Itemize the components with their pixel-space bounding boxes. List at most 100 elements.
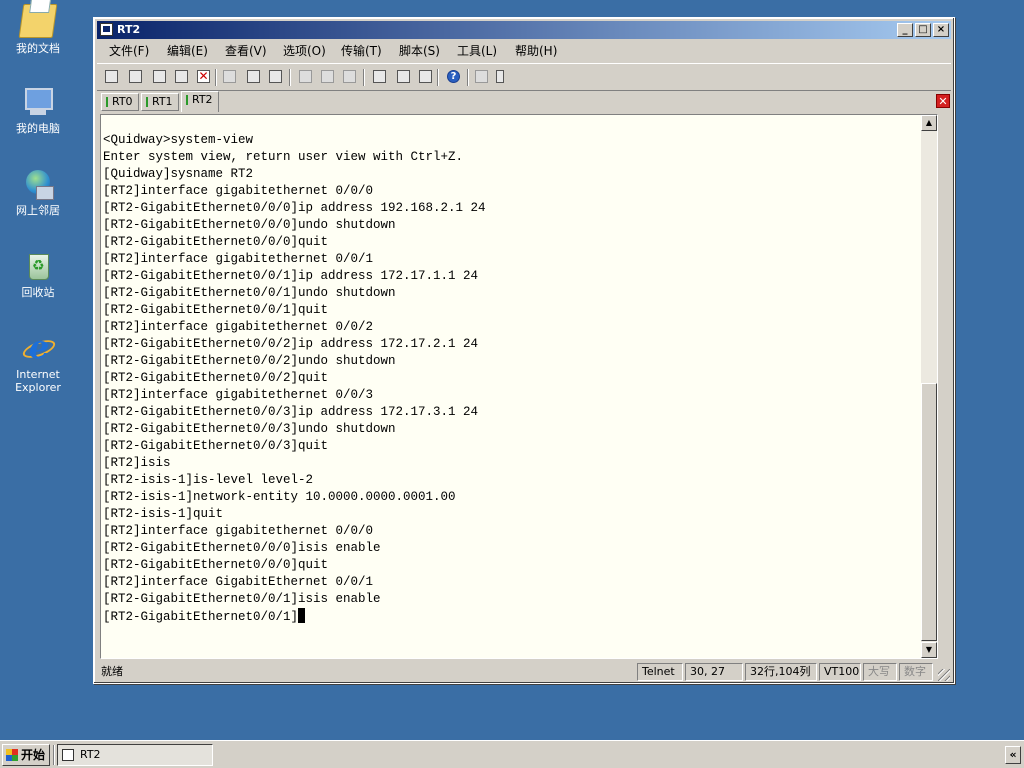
menu-tools[interactable]: 工具(L) xyxy=(453,43,501,59)
terminal-line: [RT2-isis-1]quit xyxy=(103,507,224,521)
scroll-up-button[interactable]: ▲ xyxy=(921,115,937,131)
my-computer-icon xyxy=(22,86,54,118)
terminal-line: [RT2-GigabitEthernet0/0/0]quit xyxy=(103,235,329,249)
find-icon[interactable] xyxy=(267,68,285,86)
tab-rt2[interactable]: RT2 xyxy=(181,91,219,112)
start-button[interactable]: 开始 xyxy=(2,744,50,766)
terminal-line: [RT2]interface GigabitEthernet 0/0/1 xyxy=(103,575,374,589)
close-button[interactable]: × xyxy=(933,23,949,37)
taskbar: 开始 RT2 « xyxy=(0,740,1024,768)
close-tab-icon[interactable]: ✕ xyxy=(936,94,950,108)
terminal-line: [RT2-isis-1]network-entity 10.0000.0000.… xyxy=(103,490,456,504)
desktop-icon-label: Internet Explorer xyxy=(15,368,61,394)
terminal-window: RT2 _ □ × 文件(F) 编辑(E) 查看(V) 选项(O) 传输(T) … xyxy=(93,17,955,684)
menu-view[interactable]: 查看(V) xyxy=(221,43,271,59)
help-icon[interactable]: ? xyxy=(445,68,463,86)
terminal-line: [RT2-GigabitEthernet0/0/3]undo shutdown xyxy=(103,422,396,436)
network-places-icon xyxy=(22,168,54,200)
reconnect-icon[interactable] xyxy=(173,68,191,86)
connect-icon[interactable] xyxy=(103,68,121,86)
menu-options[interactable]: 选项(O) xyxy=(279,43,330,59)
terminal-cursor xyxy=(298,608,306,623)
terminal-line: [RT2-GigabitEthernet0/0/1]quit xyxy=(103,303,329,317)
print-screen-icon[interactable] xyxy=(297,68,315,86)
terminal-line: [RT2]interface gigabitethernet 0/0/0 xyxy=(103,184,374,198)
terminal-line: Enter system view, return user view with… xyxy=(103,150,464,164)
terminal-line: [RT2-GigabitEthernet0/0/1]isis enable xyxy=(103,592,381,606)
menu-help[interactable]: 帮助(H) xyxy=(511,43,561,59)
desktop-icon-label: 我的电脑 xyxy=(16,122,60,135)
status-cursor-position: 30, 27 xyxy=(685,663,743,681)
key-icon[interactable] xyxy=(417,68,435,86)
terminal-line: [RT2-GigabitEthernet0/0/1] xyxy=(103,610,299,624)
status-caps-lock: 大写 xyxy=(863,663,897,681)
tray-expand-button[interactable]: « xyxy=(1005,746,1021,764)
terminal-line: [Quidway]sysname RT2 xyxy=(103,167,254,181)
menu-file[interactable]: 文件(F) xyxy=(105,43,153,59)
title-bar[interactable]: RT2 _ □ × xyxy=(97,21,951,39)
terminal-line: [RT2-GigabitEthernet0/0/1]undo shutdown xyxy=(103,286,396,300)
status-num-lock: 数字 xyxy=(899,663,933,681)
desktop-icon-my-documents[interactable]: 我的文档 xyxy=(6,4,70,55)
minimize-button[interactable]: _ xyxy=(897,23,913,37)
connect-tab-icon[interactable] xyxy=(151,68,169,86)
terminal-line: [RT2-GigabitEthernet0/0/0]isis enable xyxy=(103,541,381,555)
desktop-icon-my-computer[interactable]: 我的电脑 xyxy=(6,86,70,135)
keymap-icon[interactable] xyxy=(473,68,491,86)
windows-logo-icon xyxy=(6,749,18,761)
desktop-icon-network-places[interactable]: 网上邻居 xyxy=(6,168,70,217)
quick-connect-icon[interactable] xyxy=(127,68,145,86)
status-bar: 就绪 Telnet 30, 27 32行,104列 VT100 大写 数字 xyxy=(97,662,951,682)
resize-grip[interactable] xyxy=(938,669,950,681)
internet-explorer-icon: e xyxy=(20,331,58,364)
scroll-down-button[interactable]: ▼ xyxy=(921,642,937,658)
taskbar-window-rt2[interactable]: RT2 xyxy=(57,744,213,766)
toolbar-overflow-icon[interactable] xyxy=(495,68,505,86)
status-size: 32行,104列 xyxy=(745,663,817,681)
terminal-line: [RT2-GigabitEthernet0/0/1]ip address 172… xyxy=(103,269,479,283)
menu-edit[interactable]: 编辑(E) xyxy=(163,43,212,59)
terminal-line: [RT2-GigabitEthernet0/0/3]ip address 172… xyxy=(103,405,479,419)
terminal-line: [RT2-GigabitEthernet0/0/0]undo shutdown xyxy=(103,218,396,232)
menu-bar: 文件(F) 编辑(E) 查看(V) 选项(O) 传输(T) 脚本(S) 工具(L… xyxy=(97,41,951,61)
session-options-icon[interactable] xyxy=(371,68,389,86)
terminal-line: [RT2]interface gigabitethernet 0/0/0 xyxy=(103,524,374,538)
tab-rt0[interactable]: RT0 xyxy=(101,93,139,111)
window-title: RT2 xyxy=(117,23,141,36)
desktop-icon-label: 网上邻居 xyxy=(16,204,60,217)
menu-transfer[interactable]: 传输(T) xyxy=(337,43,386,59)
vertical-scrollbar[interactable]: ▲ ▼ xyxy=(921,115,937,658)
terminal-line: [RT2-GigabitEthernet0/0/0]quit xyxy=(103,558,329,572)
my-documents-icon xyxy=(18,4,58,38)
session-tabs: RT0 RT1 RT2 ✕ xyxy=(97,91,951,113)
status-protocol: Telnet xyxy=(637,663,683,681)
paste-icon[interactable] xyxy=(245,68,263,86)
status-ready: 就绪 xyxy=(101,665,123,678)
desktop-icon-label: 我的文档 xyxy=(16,42,60,55)
desktop-icon-recycle-bin[interactable]: ♻ 回收站 xyxy=(6,250,70,299)
taskbar-window-label: RT2 xyxy=(80,748,101,761)
global-options-icon[interactable] xyxy=(395,68,413,86)
terminal-line: [RT2]interface gigabitethernet 0/0/3 xyxy=(103,388,374,402)
terminal-line: [RT2-GigabitEthernet0/0/3]quit xyxy=(103,439,329,453)
terminal-line: [RT2]isis xyxy=(103,456,171,470)
toolbar: ✕ ? xyxy=(97,63,951,91)
copy-icon[interactable] xyxy=(221,68,239,86)
print-icon[interactable] xyxy=(341,68,359,86)
tab-rt1[interactable]: RT1 xyxy=(141,93,179,111)
terminal-output: <Quidway>system-view Enter system view, … xyxy=(103,132,486,626)
terminal-area[interactable]: <Quidway>system-view Enter system view, … xyxy=(100,114,938,659)
desktop-icon-internet-explorer[interactable]: e Internet Explorer xyxy=(6,331,70,394)
print-selection-icon[interactable] xyxy=(319,68,337,86)
terminal-line: [RT2-isis-1]is-level level-2 xyxy=(103,473,314,487)
maximize-button[interactable]: □ xyxy=(915,23,931,37)
status-emulation: VT100 xyxy=(819,663,861,681)
app-icon[interactable] xyxy=(100,23,113,36)
terminal-line: [RT2]interface gigabitethernet 0/0/1 xyxy=(103,252,374,266)
terminal-line: [RT2-GigabitEthernet0/0/2]ip address 172… xyxy=(103,337,479,351)
disconnect-icon[interactable]: ✕ xyxy=(195,68,213,86)
recycle-bin-icon: ♻ xyxy=(22,250,54,282)
menu-script[interactable]: 脚本(S) xyxy=(395,43,444,59)
desktop-icon-label: 回收站 xyxy=(21,286,55,299)
scroll-thumb[interactable] xyxy=(921,383,937,641)
